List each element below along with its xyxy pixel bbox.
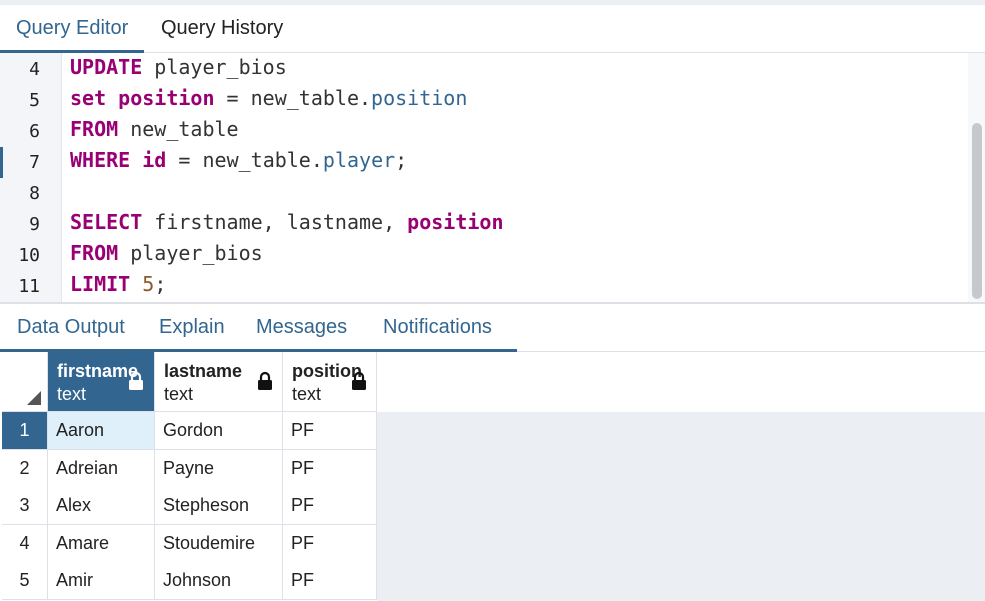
row-number[interactable]: 3 [2, 487, 48, 525]
tab-notifications[interactable]: Notifications [383, 304, 492, 352]
active-line-marker [0, 147, 3, 178]
cell-firstname[interactable]: Adreian [48, 449, 155, 488]
column-header-firstname[interactable]: firstname text [48, 352, 155, 412]
cell-lastname[interactable]: Payne [155, 449, 283, 488]
cell-firstname[interactable]: Amare [48, 524, 155, 563]
line-number: 4 [29, 59, 40, 80]
tab-query-editor[interactable]: Query Editor [0, 5, 145, 53]
code-line[interactable]: UPDATE player_bios [70, 55, 287, 79]
line-number: 6 [29, 121, 40, 142]
line-number: 9 [29, 214, 40, 235]
sql-keyword: WHERE [70, 148, 131, 172]
sql-keyword: set [70, 86, 107, 110]
code-line[interactable]: WHERE id = new_table.player; [70, 148, 407, 172]
cell-lastname[interactable]: Stepheson [155, 487, 283, 525]
sql-keyword: FROM [70, 117, 119, 141]
sql-text: = new_table. [166, 148, 323, 172]
tab-explain[interactable]: Explain [159, 304, 225, 352]
line-number-gutter: 4 5 6 7 8 9 10 11 [0, 53, 62, 302]
sql-keyword: LIMIT [70, 272, 131, 296]
line-number: 5 [29, 90, 40, 111]
cell-position[interactable]: PF [283, 562, 377, 600]
sql-text: = new_table. [214, 86, 372, 110]
sql-keyword: SELECT [70, 210, 143, 234]
lock-icon [257, 371, 273, 396]
editor-tab-bar: Query Editor Query History [0, 5, 985, 53]
cell-position[interactable]: PF [283, 524, 377, 563]
sql-keyword: FROM [70, 241, 119, 265]
row-number[interactable]: 4 [2, 524, 48, 563]
tab-query-history[interactable]: Query History [145, 5, 299, 53]
cell-lastname[interactable]: Stoudemire [155, 524, 283, 563]
row-number[interactable]: 1 [2, 412, 48, 450]
lock-icon [128, 371, 144, 396]
column-type: text [164, 384, 194, 404]
output-tab-bar: Data Output Explain Messages Notificatio… [0, 304, 985, 352]
row-number[interactable]: 5 [2, 562, 48, 600]
sql-editor[interactable]: 4 5 6 7 8 9 10 11 UPDATE player_bios set positio… [0, 53, 985, 304]
select-all-corner[interactable] [2, 352, 48, 412]
sql-text: player_bios [142, 55, 287, 79]
cell-firstname[interactable]: Alex [48, 487, 155, 525]
editor-scrollbar[interactable] [968, 53, 985, 302]
column-name: firstname [57, 361, 139, 381]
sql-text: ; [395, 148, 408, 172]
cell-lastname[interactable]: Gordon [155, 412, 283, 450]
column-name: lastname [164, 361, 243, 381]
row-number[interactable]: 2 [2, 449, 48, 488]
lock-icon [351, 371, 367, 396]
sql-number: 5 [142, 272, 155, 296]
code-line[interactable]: SELECT firstname, lastname, position [70, 210, 503, 234]
column-type: text [292, 384, 322, 404]
line-number: 11 [18, 276, 40, 297]
cell-firstname[interactable]: Amir [48, 562, 155, 600]
cell-position[interactable]: PF [283, 449, 377, 488]
column-header-lastname[interactable]: lastname text [155, 352, 283, 412]
corner-triangle-icon [27, 391, 41, 405]
sql-keyword: UPDATE [70, 55, 143, 79]
editor-scrollbar-thumb[interactable] [972, 123, 982, 299]
code-line[interactable]: FROM new_table [70, 117, 239, 141]
line-number: 10 [18, 245, 40, 266]
cell-position[interactable]: PF [283, 487, 377, 525]
code-line[interactable]: set position = new_table.position [70, 86, 467, 110]
sql-text: ; [154, 272, 167, 296]
cell-position[interactable]: PF [283, 412, 377, 450]
sql-keyword: position [407, 210, 504, 234]
sql-keyword: position [118, 86, 215, 110]
column-type: text [57, 384, 87, 404]
tab-data-output[interactable]: Data Output [17, 304, 125, 352]
sql-text: new_table [118, 117, 239, 141]
sql-text: player_bios [118, 241, 263, 265]
sql-text: firstname, lastname, [142, 210, 408, 234]
line-number: 8 [29, 183, 40, 204]
grid-empty-area [377, 412, 985, 601]
code-line[interactable]: LIMIT 5; [70, 272, 166, 296]
sql-member: position [371, 86, 468, 110]
cell-firstname[interactable]: Aaron [48, 412, 155, 450]
sql-keyword: id [142, 148, 167, 172]
sql-member: player [322, 148, 396, 172]
column-header-position[interactable]: position text [283, 352, 377, 412]
code-line[interactable]: FROM player_bios [70, 241, 263, 265]
cell-lastname[interactable]: Johnson [155, 562, 283, 600]
line-number: 7 [29, 152, 40, 173]
tab-messages[interactable]: Messages [256, 304, 347, 352]
